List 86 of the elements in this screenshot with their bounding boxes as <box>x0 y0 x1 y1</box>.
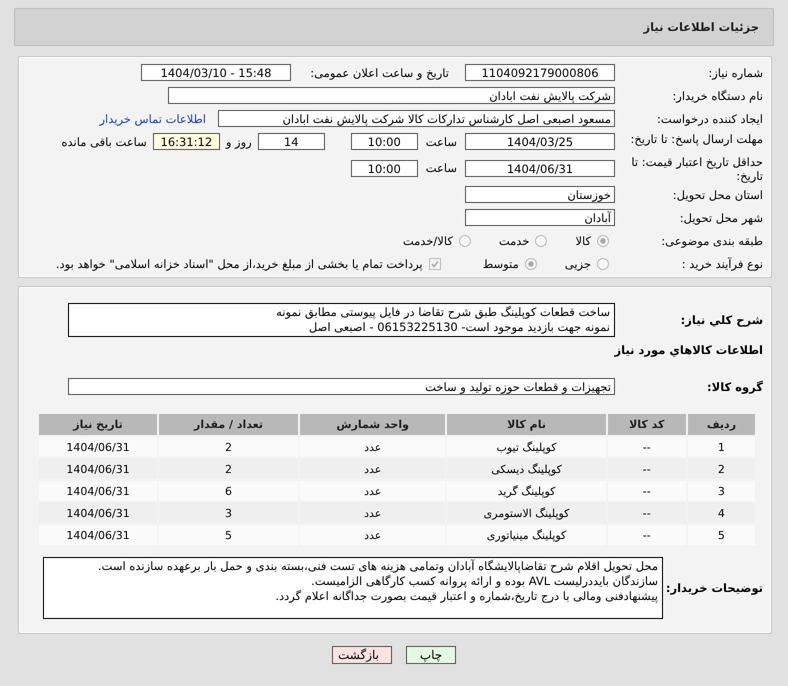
column-header: واحد شمارش <box>300 414 446 435</box>
field-label: ساعت <box>426 134 457 148</box>
checkbox-label: پرداخت تمام یا بخشی از مبلغ خرید،از محل "اسناد خزانه اسلامی" خواهد بود. <box>56 256 423 270</box>
radio-label: کالا <box>575 234 591 248</box>
table-cell: 2 <box>159 437 298 457</box>
field-label: حداقل تاریخ اعتبار قیمت: تا تاریخ: <box>630 154 763 183</box>
table-cell: 5 <box>688 525 755 545</box>
field-label: ایجاد کننده درخواست: <box>656 112 763 126</box>
table-cell: 1404/06/31 <box>39 503 158 523</box>
field-label: ساعت باقی مانده <box>62 134 147 148</box>
field-label: طبقه بندی موضوعی: <box>660 234 763 248</box>
table-cell: عدد <box>300 437 446 457</box>
field-label: توضیحات خریدار: <box>664 581 763 595</box>
table-cell: 1404/06/31 <box>39 437 158 457</box>
radio-label: کالا/خدمت <box>402 234 453 248</box>
print-button[interactable]: چاپ <box>406 646 456 664</box>
table-cell: کوپلینگ مینیاتوری <box>447 525 606 545</box>
radio-button[interactable] <box>597 234 609 246</box>
table-cell: کوپلینگ گرید <box>447 481 606 501</box>
table-cell: 2 <box>159 459 298 479</box>
column-header: نام کالا <box>447 414 606 435</box>
countdown-field: 16:31:12 <box>152 133 220 150</box>
table-cell: 3 <box>688 481 755 501</box>
goods-group-field: تجهیزات و قطعات حوزه تولید و ساخت <box>68 378 615 395</box>
radio-label: متوسط <box>482 256 519 270</box>
contact-link[interactable]: اطلاعات تماس خریدار <box>99 112 206 126</box>
table-cell: 3 <box>159 503 298 523</box>
buyer-notes-field: محل تحویل اقلام شرح تقاضاپالایشگاه آبادان وتمامی هزینه های تست فنی،بسته بندی و حمل بار برعهده سازنده است. سازندگان بایددرلیست AVL بوده و ارائه پروانه کسب کارگاهی الزامیست. پیشنهادفنی ومالی با درج تاریخ،شماره و اعتبار قیمت بصورت جداگانه اعلام گردد. <box>43 557 663 619</box>
radio-button[interactable] <box>458 234 471 246</box>
field-label: نوع فرآیند خرید : <box>680 256 763 270</box>
column-header: کد کالا <box>608 414 686 435</box>
field-label: مهلت ارسال پاسخ: تا تاریخ: <box>629 131 763 146</box>
time-field: 10:00 <box>350 133 418 150</box>
field-label: ساعت <box>426 161 457 175</box>
date-field: 1404/06/31 <box>465 160 615 176</box>
table-cell: عدد <box>300 481 446 501</box>
days-field: 14 <box>258 133 325 150</box>
buyer-field: شرکت پالایش نفت ابادان <box>168 87 615 104</box>
checkbox[interactable] <box>428 258 441 270</box>
time-field: 10:00 <box>350 160 418 176</box>
check-icon <box>430 260 439 268</box>
table-cell: -- <box>608 481 686 501</box>
announce-date-field: 1404/03/10 - 15:48 <box>141 64 291 81</box>
table-cell: 1404/06/31 <box>39 481 158 501</box>
field-label: گروه کالا: <box>706 380 763 394</box>
field-label: شرح کلي نياز: <box>680 313 763 327</box>
table-cell: 6 <box>159 481 298 501</box>
table-cell: کوپلینگ الاستومری <box>447 503 606 523</box>
section-heading: اطلاعات کالاهاي مورد نياز <box>614 342 763 359</box>
creator-field: مسعود اصبعی اصل کارشناس تدارکات کالا شرکت پالایش نفت ابادان <box>218 110 615 127</box>
table-cell: -- <box>608 525 686 545</box>
radio-button[interactable] <box>524 258 537 270</box>
column-header: تعداد / مقدار <box>159 414 298 435</box>
radio-button[interactable] <box>597 258 609 270</box>
table-cell: عدد <box>300 503 446 523</box>
table-cell: عدد <box>300 525 446 545</box>
date-field: 1404/03/25 <box>465 133 615 150</box>
table-cell: 1404/06/31 <box>39 525 158 545</box>
table-cell: -- <box>608 503 686 523</box>
table-cell: 5 <box>159 525 298 545</box>
table-cell: 4 <box>688 503 755 523</box>
column-header: ردیف <box>688 414 755 435</box>
radio-button[interactable] <box>535 234 548 246</box>
field-label: نام دستگاه خریدار: <box>671 88 763 102</box>
page-title: جزئیات اطلاعات نیاز <box>643 20 759 34</box>
table-cell: کوپلینگ تیوب <box>447 437 606 457</box>
province-field: خوزستان <box>465 186 615 203</box>
field-label: استان محل تحویل: <box>672 188 763 202</box>
field-label: شماره نیاز: <box>707 66 763 80</box>
table-cell: 1404/06/31 <box>39 459 158 479</box>
table-cell: 2 <box>688 459 755 479</box>
field-label: تاریخ و ساعت اعلان عمومی: <box>309 66 449 80</box>
table-cell: -- <box>608 459 686 479</box>
back-button[interactable]: بازگشت <box>332 646 392 664</box>
field-label: شهر محل تحویل: <box>678 210 763 224</box>
need-number-field: 1104092179000806 <box>465 64 615 81</box>
table-cell: 1 <box>688 437 755 457</box>
description-field: ساخت قطعات کوپلینگ طبق شرح تقاضا در فایل پیوستی مطابق نمونه نمونه جهت بازدید موجود است- 06153225130 - اصبعی اصل <box>68 303 615 337</box>
column-header: تاریخ نیاز <box>39 414 158 435</box>
table-cell: کوپلینگ دیسکی <box>447 459 606 479</box>
table-cell: عدد <box>300 459 446 479</box>
field-label: روز و <box>226 134 252 148</box>
table-cell: -- <box>608 437 686 457</box>
city-field: آبادان <box>465 209 615 226</box>
radio-label: خدمت <box>498 234 530 248</box>
radio-label: جزیی <box>564 256 591 270</box>
